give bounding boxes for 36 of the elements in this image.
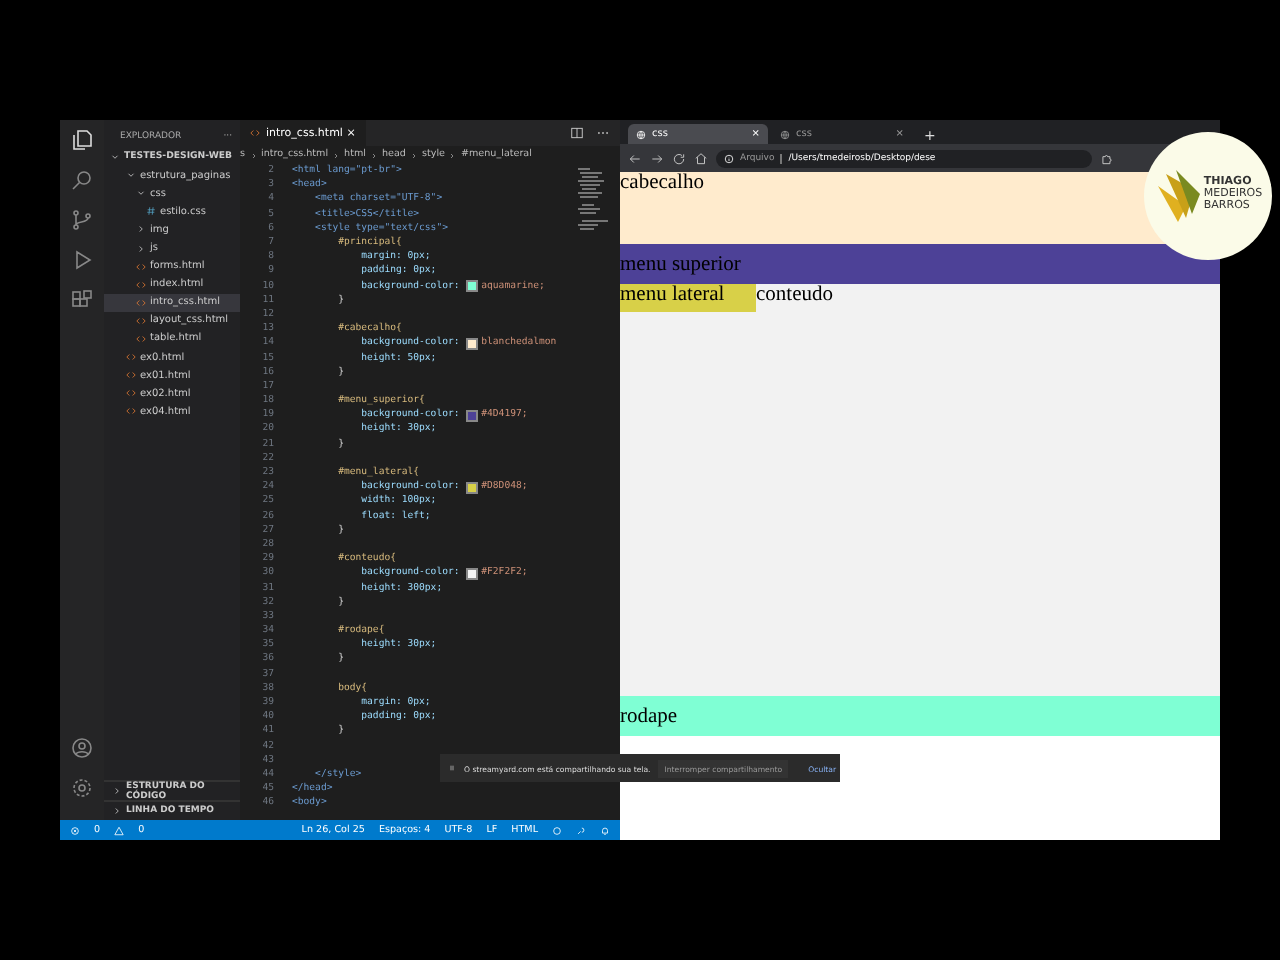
files-icon[interactable] <box>70 128 94 152</box>
code-icon <box>136 261 146 272</box>
code-icon <box>250 128 260 138</box>
logo-icon <box>1153 166 1202 226</box>
code-icon <box>126 352 136 363</box>
split-editor-icon[interactable] <box>570 126 584 140</box>
globe-icon <box>780 129 790 139</box>
search-icon[interactable] <box>70 168 94 192</box>
code-icon <box>126 406 136 417</box>
footer-text: rodape <box>620 705 678 727</box>
header-text: cabecalho <box>620 172 704 194</box>
account-icon[interactable] <box>70 736 94 760</box>
forward-icon[interactable] <box>650 151 664 165</box>
code-icon <box>136 333 146 344</box>
globe-icon <box>636 129 646 139</box>
error-icon <box>70 825 80 835</box>
back-icon[interactable] <box>628 151 642 165</box>
run-debug-icon[interactable] <box>70 248 94 272</box>
settings-icon[interactable] <box>70 776 94 800</box>
pause-icon <box>448 764 456 772</box>
content-text: conteudo <box>756 284 833 306</box>
code-icon <box>136 315 146 326</box>
info-icon <box>724 153 734 163</box>
home-icon[interactable] <box>694 151 708 165</box>
code-icon <box>136 279 146 290</box>
code-icon <box>136 297 146 308</box>
reload-icon[interactable] <box>672 151 686 165</box>
top-menu-text: menu superior <box>620 253 741 275</box>
code-icon <box>126 370 136 381</box>
side-menu: menu lateral <box>620 284 756 312</box>
bell-icon <box>600 825 610 835</box>
code-icon <box>126 388 136 399</box>
warning-icon <box>114 825 125 835</box>
branch-icon[interactable] <box>70 208 94 232</box>
extensions-icon[interactable] <box>70 288 94 312</box>
hash-icon <box>146 206 156 217</box>
